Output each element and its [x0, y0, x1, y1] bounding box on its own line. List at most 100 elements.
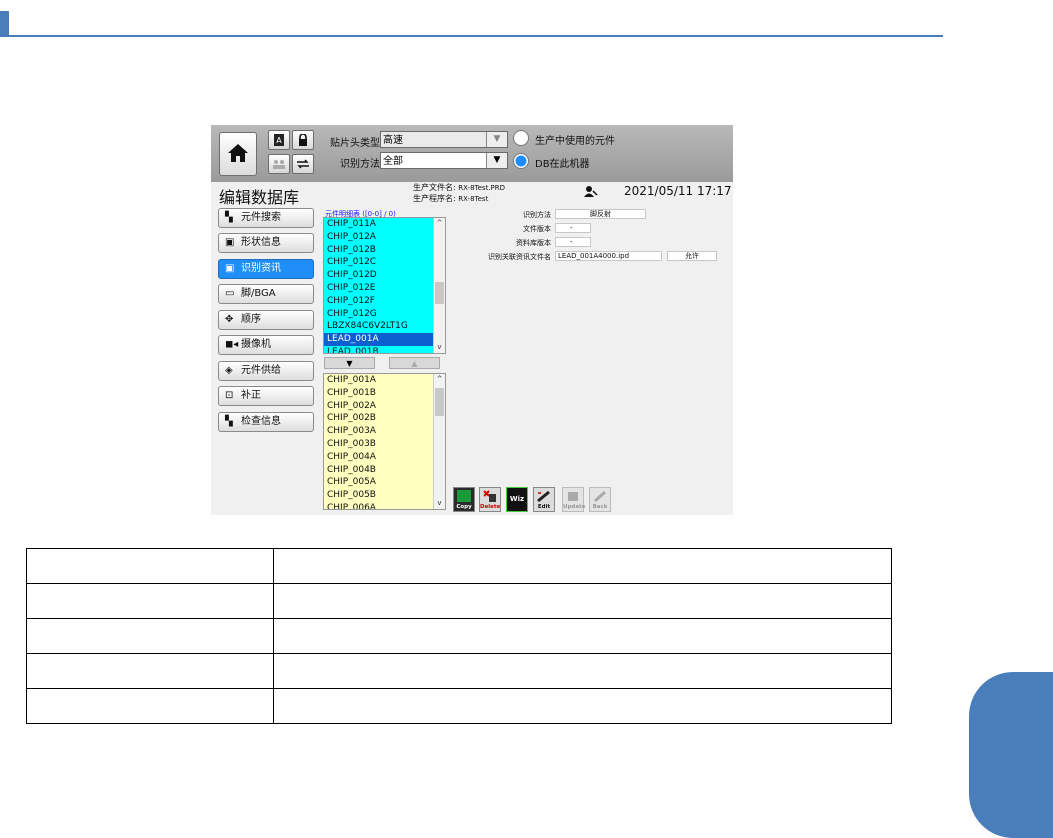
header-accent-mark	[0, 11, 9, 36]
table-cell	[273, 653, 892, 689]
list-item[interactable]: LBZX84C6V2LT1G	[324, 320, 445, 333]
list-item[interactable]: CHIP_006A	[324, 502, 445, 509]
copy-icon	[457, 490, 471, 502]
list-item[interactable]: CHIP_003B	[324, 438, 445, 451]
radio-db-label: DB在此机器	[535, 159, 590, 170]
list-item[interactable]: CHIP_012B	[324, 244, 445, 257]
table-row	[26, 688, 892, 724]
list-item[interactable]: CHIP_012D	[324, 269, 445, 282]
chip-icon: ▭	[225, 288, 235, 299]
radio-db-machine[interactable]	[513, 153, 529, 169]
menu-feeder[interactable]: ◈ 元件供给	[218, 361, 314, 381]
user-switch-icon[interactable]	[268, 154, 290, 174]
table-row	[26, 548, 892, 584]
list-item[interactable]: CHIP_002B	[324, 412, 445, 425]
library-list-scrollbar[interactable]: ^ v	[433, 374, 445, 509]
edit-label: Edit	[537, 504, 551, 510]
library-list[interactable]: CHIP_001A CHIP_001B CHIP_002A CHIP_002B …	[323, 373, 446, 510]
prod-file-label: 生产文件名	[413, 183, 453, 192]
menu-lead-bga[interactable]: ▭ 脚/BGA	[218, 284, 314, 304]
table-cell	[273, 583, 892, 619]
menu-label: 补正	[241, 390, 261, 401]
update-icon	[566, 490, 580, 502]
menu-label: 脚/BGA	[241, 288, 276, 299]
back-button[interactable]: Back	[589, 487, 611, 512]
wizard-label: Wiz	[509, 495, 525, 503]
menu-label: 元件搜索	[241, 212, 281, 223]
list-item[interactable]: CHIP_012A	[324, 231, 445, 244]
update-button[interactable]: Update	[562, 487, 586, 512]
scroll-up-icon[interactable]: ^	[434, 375, 445, 383]
list-item[interactable]: CHIP_012C	[324, 256, 445, 269]
parts-list[interactable]: CHIP_011A CHIP_012A CHIP_012B CHIP_012C …	[323, 217, 446, 354]
list-item-selected[interactable]: LEAD_001A	[324, 333, 445, 346]
menu-camera[interactable]: ◼◂ 摄像机	[218, 335, 314, 355]
list-item[interactable]: LEAD_001B	[324, 346, 445, 353]
edit-button[interactable]: Edit	[533, 487, 555, 512]
padlock-icon[interactable]	[292, 130, 314, 150]
list-item[interactable]: CHIP_011A	[324, 218, 445, 231]
back-icon	[593, 490, 607, 503]
scroll-down-icon[interactable]: v	[434, 499, 445, 507]
head-type-value: 高速	[383, 135, 403, 146]
table-cell	[273, 618, 892, 654]
scroll-thumb[interactable]	[435, 282, 444, 304]
list-item[interactable]: CHIP_001A	[324, 374, 445, 387]
copy-button[interactable]: Copy	[453, 487, 475, 512]
menu-sequence[interactable]: ✥ 顺序	[218, 310, 314, 330]
file-version-label: 文件版本	[523, 225, 551, 233]
transfer-icon[interactable]	[292, 154, 314, 174]
list-item[interactable]: CHIP_003A	[324, 425, 445, 438]
list-item[interactable]: CHIP_005A	[324, 476, 445, 489]
blank-table	[26, 548, 892, 724]
camera-icon: ◼◂	[225, 339, 239, 350]
header-rule	[0, 35, 943, 37]
delete-icon	[483, 490, 497, 502]
home-icon	[228, 144, 248, 162]
scroll-up-icon[interactable]: ^	[434, 219, 445, 227]
list-item[interactable]: CHIP_002A	[324, 400, 445, 413]
menu-recognition-info[interactable]: ▣ 识别资讯	[218, 259, 314, 279]
menu-inspection[interactable]: ▚ 检查信息	[218, 412, 314, 432]
binoculars-icon: ▚	[225, 212, 233, 223]
menu-correction[interactable]: ⊡ 补正	[218, 386, 314, 406]
feeder-icon: ◈	[225, 365, 233, 376]
parts-list-scrollbar[interactable]: ^ v	[433, 218, 445, 353]
link-file-label: 识别关联资讯文件名	[488, 253, 551, 261]
recog-method-value: 全部	[383, 156, 403, 167]
table-row	[26, 583, 892, 619]
delete-button[interactable]: Delete	[479, 487, 501, 512]
head-type-select[interactable]: 高速 ▼	[380, 131, 508, 148]
list-item[interactable]: CHIP_012E	[324, 282, 445, 295]
table-row	[26, 618, 892, 654]
radio-in-use[interactable]	[513, 130, 529, 146]
scroll-down-icon[interactable]: v	[434, 343, 445, 351]
wizard-button[interactable]: Wiz	[506, 487, 528, 512]
move-down-button[interactable]: ▼	[324, 357, 375, 369]
sequence-icon: ✥	[225, 314, 234, 325]
recog-method-select[interactable]: 全部 ▼	[380, 152, 508, 169]
back-label: Back	[592, 504, 608, 510]
table-cell	[273, 688, 892, 724]
move-up-button[interactable]: ▲	[389, 357, 440, 369]
list-item[interactable]: CHIP_001B	[324, 387, 445, 400]
prog-label: 生产程序名	[413, 194, 453, 203]
list-item[interactable]: CHIP_012F	[324, 295, 445, 308]
list-item[interactable]: CHIP_004B	[324, 464, 445, 477]
table-cell	[26, 618, 274, 654]
home-button[interactable]	[219, 132, 257, 176]
menu-shape-info[interactable]: ▣ 形状信息	[218, 233, 314, 253]
table-cell	[26, 548, 274, 584]
list-item[interactable]: CHIP_004A	[324, 451, 445, 464]
menu-label: 识别资讯	[241, 263, 281, 274]
edit-pencil-icon	[537, 490, 551, 503]
scroll-thumb[interactable]	[435, 388, 444, 416]
update-label: Update	[563, 504, 586, 510]
list-item[interactable]: CHIP_005B	[324, 489, 445, 502]
menu-part-search[interactable]: ▚ 元件搜索	[218, 208, 314, 228]
list-item[interactable]: CHIP_012G	[324, 308, 445, 321]
operator-icon[interactable]	[584, 186, 598, 200]
menu-label: 检查信息	[241, 416, 281, 427]
a-lock-icon[interactable]: A	[268, 130, 290, 150]
menu-label: 元件供给	[241, 365, 281, 376]
